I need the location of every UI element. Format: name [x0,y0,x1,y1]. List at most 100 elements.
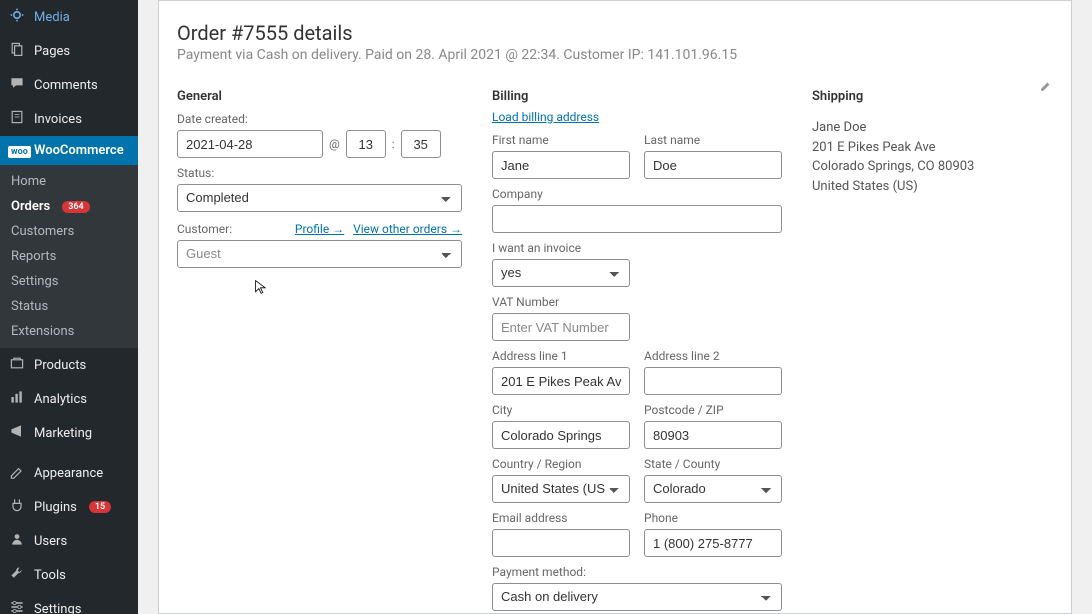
sidebar-item-settings[interactable]: Settings [0,592,138,614]
sidebar-item-tools[interactable]: Tools [0,558,138,592]
sidebar-item-pages[interactable]: Pages [0,34,138,68]
shipping-column: Shipping Jane Doe 201 E Pikes Peak Ave C… [812,89,1053,614]
sidebar-label: Products [34,358,86,373]
company-label: Company [492,187,782,201]
plugins-count-badge: 15 [89,501,111,513]
appearance-icon [8,463,26,483]
shipping-name: Jane Doe [812,118,1053,138]
billing-heading: Billing [492,89,782,104]
sidebar-label: Comments [34,78,98,93]
sidebar-label: Plugins [34,500,77,515]
last-name-label: Last name [644,133,782,147]
invoice-label: I want an invoice [492,241,782,255]
sidebar-label: WooCommerce [34,143,124,158]
main-content: Order #7555 details Payment via Cash on … [138,0,1092,614]
sidebar-sub-extensions[interactable]: Extensions [0,319,138,344]
addr2-input[interactable] [644,367,782,395]
profile-link[interactable]: Profile → [295,222,344,236]
first-name-label: First name [492,133,630,147]
sidebar-item-marketing[interactable]: Marketing [0,416,138,450]
order-subtitle: Payment via Cash on delivery. Paid on 28… [177,47,1053,63]
sidebar-sub-reports[interactable]: Reports [0,244,138,269]
sidebar-label: Marketing [34,426,92,441]
shipping-heading: Shipping [812,89,1053,104]
shipping-line2: Colorado Springs, CO 80903 [812,157,1053,177]
status-label: Status: [177,166,462,180]
company-input[interactable] [492,205,782,233]
customer-select[interactable]: Guest [177,240,462,268]
addr1-label: Address line 1 [492,349,630,363]
edit-shipping-icon[interactable] [1039,79,1053,97]
view-orders-link[interactable]: View other orders → [353,222,462,236]
hour-input[interactable] [346,130,386,158]
comments-icon [8,75,26,95]
postcode-label: Postcode / ZIP [644,403,782,417]
sidebar-sub-status[interactable]: Status [0,294,138,319]
date-created-input[interactable] [177,130,323,158]
sidebar-sub-orders[interactable]: Orders 364 [0,194,138,219]
sidebar-item-invoices[interactable]: Invoices [0,102,138,136]
media-icon [8,7,26,27]
customer-label: Customer: [177,222,232,236]
phone-input[interactable] [644,529,782,557]
payment-select[interactable]: Cash on delivery [492,583,782,611]
vat-input[interactable] [492,313,630,341]
sidebar-item-comments[interactable]: Comments [0,68,138,102]
analytics-icon [8,389,26,409]
orders-count-badge: 364 [62,201,89,213]
city-input[interactable] [492,421,630,449]
sidebar-label: Users [34,534,67,549]
users-icon [8,531,26,551]
sidebar-item-plugins[interactable]: Plugins 15 [0,490,138,524]
sidebar-label: Pages [34,44,70,59]
addr1-input[interactable] [492,367,630,395]
first-name-input[interactable] [492,151,630,179]
sidebar-item-woocommerce[interactable]: woo WooCommerce [0,136,138,165]
general-heading: General [177,89,462,104]
postcode-input[interactable] [644,421,782,449]
admin-sidebar: Media Pages Comments Invoices [0,0,138,614]
country-select[interactable]: United States (US) [492,475,630,503]
sidebar-item-appearance[interactable]: Appearance [0,456,138,490]
invoice-select[interactable]: yes [492,259,630,287]
last-name-input[interactable] [644,151,782,179]
sidebar-item-analytics[interactable]: Analytics [0,382,138,416]
products-icon [8,355,26,375]
order-details-box: Order #7555 details Payment via Cash on … [158,0,1072,614]
state-select[interactable]: Colorado [644,475,782,503]
marketing-icon [8,423,26,443]
tools-icon [8,565,26,585]
pages-icon [8,41,26,61]
sidebar-label: Invoices [34,112,82,127]
shipping-line1: 201 E Pikes Peak Ave [812,138,1053,158]
sidebar-sub-settings[interactable]: Settings [0,269,138,294]
sidebar-label: Settings [34,602,81,614]
invoices-icon [8,109,26,129]
country-label: Country / Region [492,457,630,471]
sidebar-label: Tools [34,568,66,583]
state-label: State / County [644,457,782,471]
vat-label: VAT Number [492,295,782,309]
status-select[interactable]: Completed [177,184,462,212]
sidebar-label: Appearance [34,466,103,481]
general-column: General Date created: @ : Status: Comple… [177,89,462,614]
sidebar-sub-home[interactable]: Home [0,169,138,194]
sidebar-sub-customers[interactable]: Customers [0,219,138,244]
sidebar-item-products[interactable]: Products [0,348,138,382]
at-symbol: @ [329,137,340,151]
addr2-label: Address line 2 [644,349,782,363]
billing-column: Billing Load billing address First name … [492,89,782,614]
payment-label: Payment method: [492,565,782,579]
load-billing-link[interactable]: Load billing address [492,110,599,124]
email-input[interactable] [492,529,630,557]
settings-icon [8,599,26,614]
sidebar-item-media[interactable]: Media [0,0,138,34]
plugins-icon [8,497,26,517]
sidebar-item-users[interactable]: Users [0,524,138,558]
shipping-line3: United States (US) [812,177,1053,197]
date-created-label: Date created: [177,112,462,126]
order-title: Order #7555 details [177,21,1053,45]
minute-input[interactable] [401,130,441,158]
phone-label: Phone [644,511,782,525]
sidebar-label: Media [34,10,70,25]
